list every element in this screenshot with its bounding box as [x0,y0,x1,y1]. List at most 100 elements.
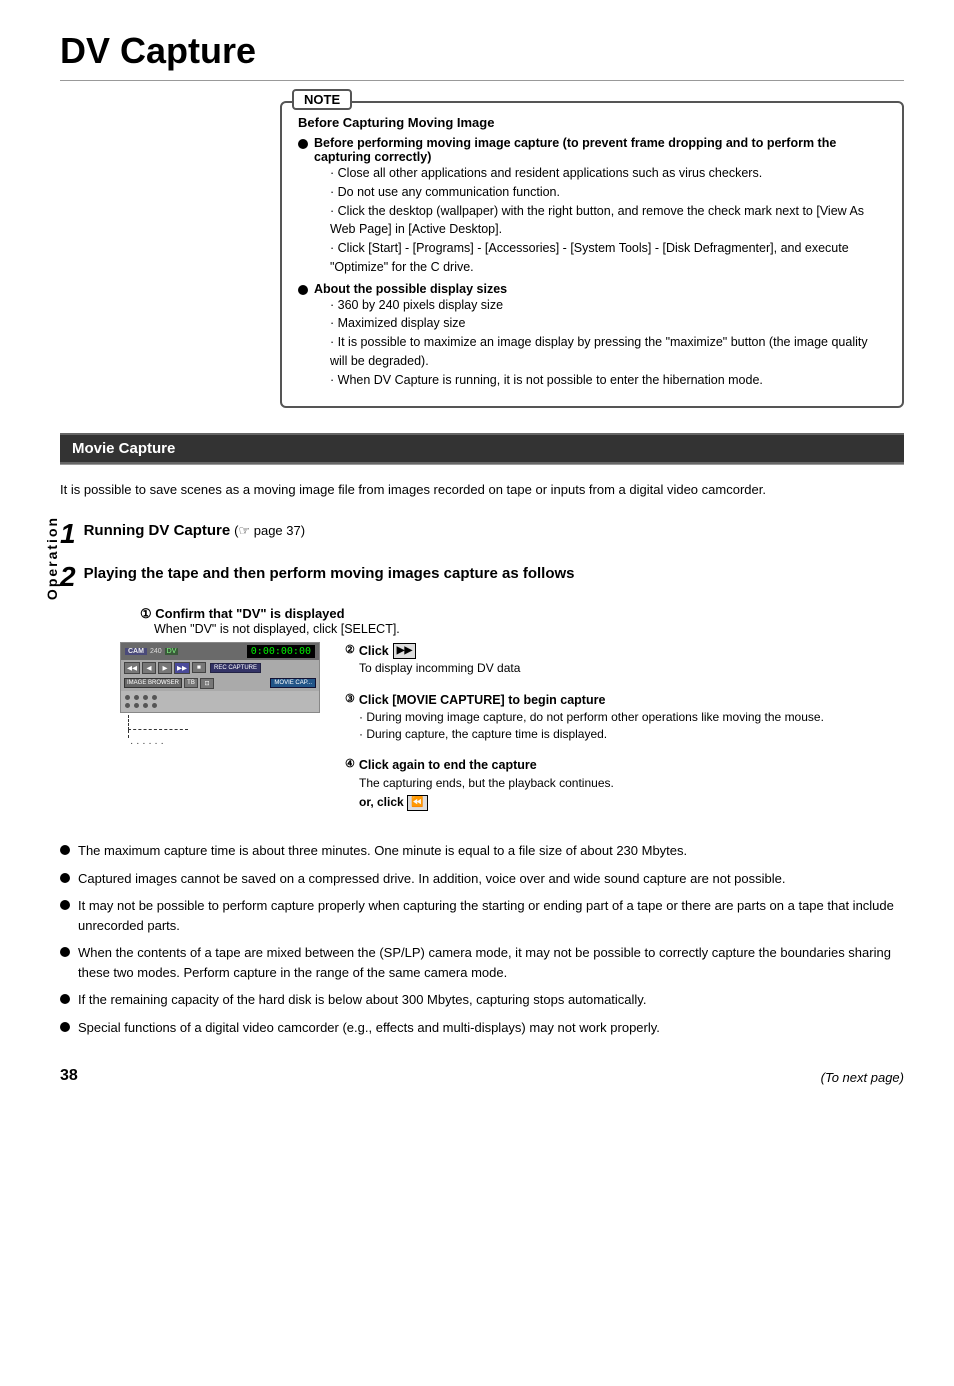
dv-dot-5 [125,703,130,708]
dv-dot-4 [152,695,157,700]
bullet-dot-3 [60,900,70,910]
note-bullet-2-bold: About the possible display sizes [314,282,507,296]
or-click-btn[interactable]: ⏪ [407,795,427,811]
bullet-item-6: Special functions of a digital video cam… [60,1018,904,1038]
dv-ctrl-row: ◀◀ ◀ ▶ ▶▶ ■ REC CAPTURE [121,660,319,676]
dv-btn-rew[interactable]: ◀◀ [124,662,140,674]
note-bullet-2-text: About the possible display sizes [314,282,886,296]
callout-2: ② Click ▶▶ To display incomming DV data [345,642,904,677]
bullet-text-6: Special functions of a digital video cam… [78,1018,660,1038]
bullet-item-5: If the remaining capacity of the hard di… [60,990,904,1010]
confirm-dv-title: Confirm that "DV" is displayed [155,606,344,621]
note-sub-bullet-2: 360 by 240 pixels display size Maximized… [330,296,886,390]
dv-screen-mockup: CAM 240 DV 0:00:00:00 ◀◀ ◀ ▶ ▶▶ ■ REC CA… [120,642,330,749]
title-divider [60,80,904,81]
confirm-dv-note: When "DV" is not displayed, click [SELEC… [154,622,904,636]
page-title: DV Capture [60,30,904,72]
callout-4: ④ Click again to end the capture The cap… [345,756,904,811]
or-click-label: or, click [359,795,404,809]
dv-badge: CAM [125,648,147,655]
page-footer: 38 (To next page) [60,1057,904,1085]
step-2: 2 Playing the tape and then perform movi… [60,563,904,591]
section-divider [60,464,904,465]
callout-2-btn[interactable]: ▶▶ [393,643,416,660]
callout-4-or-click: or, click ⏪ [359,794,904,811]
callout-3-header: ③ Click [MOVIE CAPTURE] to begin capture [345,691,904,709]
dv-header-dv: DV [165,648,179,655]
note-sub-2-4: When DV Capture is running, it is not po… [330,371,886,390]
step-2-number: 2 [60,563,76,591]
callout-3-title: Click [MOVIE CAPTURE] to begin capture [359,691,606,709]
bullet-text-3: It may not be possible to perform captur… [78,896,904,935]
callout-3-sub-2: · During capture, the capture time is di… [359,726,904,743]
note-bullet-2: About the possible display sizes 360 by … [298,282,886,390]
dv-tb-btn[interactable]: TB [184,678,198,688]
callout-2-num: ② [345,643,355,659]
step-1-content: Running DV Capture (☞ page 37) [84,520,305,543]
bullet-text-2: Captured images cannot be saved on a com… [78,869,785,889]
note-sub-bullet-1: Close all other applications and residen… [330,164,886,277]
callout-4-note: The capturing ends, but the playback con… [359,775,904,792]
note-sub-1-4: Click [Start] - [Programs] - [Accessorie… [330,239,886,277]
dv-bottom-row: IMAGE BROWSER TB ⊡ MOVIE CAP... [121,676,319,691]
dv-btn-ff[interactable]: ▶▶ [174,662,190,674]
bullet-dot-2 [60,873,70,883]
bullet-circle-1 [298,139,308,149]
bullet-dot-1 [60,845,70,855]
bullet-list: The maximum capture time is about three … [60,841,904,1037]
bullet-item-1: The maximum capture time is about three … [60,841,904,861]
dv-dot-1 [125,695,130,700]
section-intro: It is possible to save scenes as a movin… [60,480,904,500]
dv-dot-3 [143,695,148,700]
dv-browser-btn[interactable]: IMAGE BROWSER [124,678,182,688]
step-2-content: Playing the tape and then perform moving… [84,563,575,586]
dv-dot-7 [143,703,148,708]
callout-3: ③ Click [MOVIE CAPTURE] to begin capture… [345,691,904,743]
bullet-dot-4 [60,947,70,957]
step-1: 1 Running DV Capture (☞ page 37) [60,520,904,548]
page-number: 38 [60,1067,78,1085]
dashed-lines: · · · · · · [120,715,330,749]
callout-4-header: ④ Click again to end the capture [345,756,904,774]
dv-rec-capture-btn[interactable]: REC CAPTURE [210,663,261,673]
note-sub-2-1: 360 by 240 pixels display size [330,296,886,315]
page-container: Operation DV Capture NOTE Before Capturi… [0,0,954,1115]
callout-4-num: ④ [345,757,355,773]
note-title: Before Capturing Moving Image [298,115,886,130]
bullet-item-2: Captured images cannot be saved on a com… [60,869,904,889]
bullet-text-1: The maximum capture time is about three … [78,841,687,861]
note-sub-1-1: Close all other applications and residen… [330,164,886,183]
dv-grid-btn[interactable]: ⊡ [200,678,214,689]
note-bullet-1: Before performing moving image capture (… [298,136,886,277]
note-sub-2-2: Maximized display size [330,314,886,333]
note-box: NOTE Before Capturing Moving Image Befor… [280,101,904,408]
dv-movie-cap-btn[interactable]: MOVIE CAP... [270,678,316,688]
note-label: NOTE [292,89,352,110]
step2-callouts: ② Click ▶▶ To display incomming DV data … [330,642,904,821]
step-1-ref: (☞ page 37) [234,523,305,538]
step-2-title: Playing the tape and then perform moving… [84,565,575,582]
bullet-dot-6 [60,1022,70,1032]
step-1-number: 1 [60,520,76,548]
callout-3-sub-1: · During moving image capture, do not pe… [359,709,904,726]
callout-2-title: Click [359,642,389,660]
dv-screen-header: CAM 240 DV 0:00:00:00 [121,643,319,660]
dv-dot-6 [134,703,139,708]
callout-2-note: To display incomming DV data [359,660,904,677]
diagram-area: CAM 240 DV 0:00:00:00 ◀◀ ◀ ▶ ▶▶ ■ REC CA… [120,642,904,821]
note-sub-2-3: It is possible to maximize an image disp… [330,333,886,371]
dv-btn-prev[interactable]: ◀ [142,662,156,674]
confirm-dv-row: ① Confirm that "DV" is displayed When "D… [140,606,904,636]
callout-2-header: ② Click ▶▶ [345,642,904,660]
bullet-item-3: It may not be possible to perform captur… [60,896,904,935]
bullet-text-5: If the remaining capacity of the hard di… [78,990,646,1010]
step-1-title: Running DV Capture [84,522,231,539]
dv-btn-stop[interactable]: ■ [192,662,206,673]
callout-3-num: ③ [345,692,355,708]
note-bullet-1-text: Before performing moving image capture (… [314,136,886,164]
confirm-dv-num: ① [140,606,152,621]
dv-dots-area [121,691,319,712]
dv-btn-play[interactable]: ▶ [158,662,172,674]
dv-timecode: 0:00:00:00 [247,645,315,658]
note-sub-1-3: Click the desktop (wallpaper) with the r… [330,202,886,240]
